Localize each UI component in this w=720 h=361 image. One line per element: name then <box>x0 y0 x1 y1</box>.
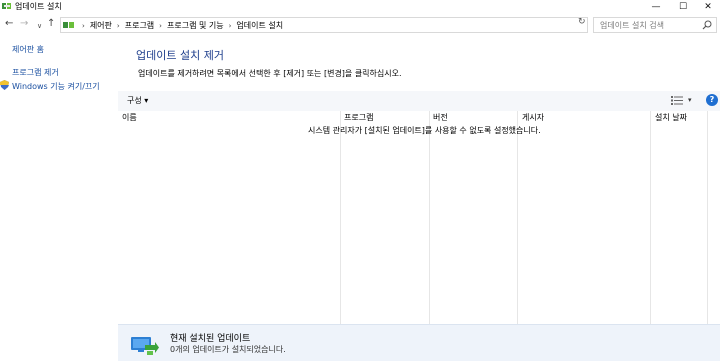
search-input[interactable]: 업데이트 설치 검색 <box>593 17 717 33</box>
column-header-program[interactable]: 프로그램 <box>344 112 373 123</box>
programs-icon <box>2 3 11 9</box>
search-icon[interactable] <box>702 20 712 30</box>
minimize-button[interactable]: — <box>642 0 670 14</box>
column-divider[interactable] <box>650 111 651 324</box>
recent-locations-button[interactable]: ∨ <box>37 20 42 32</box>
forward-button[interactable]: → <box>20 18 28 30</box>
column-divider[interactable] <box>429 111 430 324</box>
column-header-version[interactable]: 버전 <box>433 112 448 123</box>
details-count: 0개의 업데이트가 설치되었습니다. <box>170 345 286 354</box>
title-bar: 업데이트 설치 — ☐ ✕ <box>0 0 720 14</box>
window-title: 업데이트 설치 <box>15 2 62 11</box>
task-pane: 제어판 홈 프로그램 제거 Windows 기능 켜기/끄기 <box>0 36 118 361</box>
up-button[interactable]: ↑ <box>47 18 55 30</box>
details-pane: 현재 설치된 업데이트 0개의 업데이트가 설치되었습니다. <box>118 324 720 361</box>
back-button[interactable]: ← <box>5 18 13 30</box>
column-divider[interactable] <box>517 111 518 324</box>
command-bar: 구성 ▾ ▾ ? <box>118 91 720 111</box>
breadcrumb-separator[interactable]: › <box>159 22 162 30</box>
search-placeholder: 업데이트 설치 검색 <box>600 21 664 30</box>
installed-updates-icon <box>131 337 159 355</box>
close-button[interactable]: ✕ <box>696 0 720 14</box>
column-divider[interactable] <box>340 111 341 324</box>
column-header-install-date[interactable]: 설치 날짜 <box>655 112 687 123</box>
updates-list[interactable]: 이름 프로그램 버전 게시자 설치 날짜 시스템 관리자가 [설치된 업데이트]… <box>118 111 720 324</box>
shield-icon <box>0 80 9 90</box>
details-title: 현재 설치된 업데이트 <box>170 334 251 344</box>
breadcrumb-separator[interactable]: › <box>229 22 232 30</box>
uninstall-program-link[interactable]: 프로그램 제거 <box>12 67 59 78</box>
control-panel-icon <box>63 22 74 28</box>
page-title: 업데이트 설치 제거 <box>136 49 224 62</box>
empty-list-message: 시스템 관리자가 [설치된 업데이트]를 사용할 수 없도록 설정했습니다. <box>308 126 541 135</box>
column-divider[interactable] <box>707 111 708 324</box>
control-panel-home-link[interactable]: 제어판 홈 <box>12 44 44 55</box>
breadcrumb-separator: › <box>82 21 85 30</box>
breadcrumb-installed-updates[interactable]: 업데이트 설치 <box>236 20 283 31</box>
address-bar[interactable]: › 제어판 › 프로그램 › 프로그램 및 기능 › 업데이트 설치 ∨ <box>60 17 618 33</box>
refresh-button[interactable]: ↻ <box>578 17 586 27</box>
help-icon[interactable]: ? <box>706 94 718 106</box>
navigation-bar: ← → ∨ ↑ › 제어판 › 프로그램 › 프로그램 및 기능 › 업데이트 … <box>0 14 720 36</box>
breadcrumb-separator[interactable]: › <box>117 22 120 30</box>
windows-features-link[interactable]: Windows 기능 켜기/끄기 <box>12 81 100 92</box>
breadcrumb-programs[interactable]: 프로그램 <box>125 20 154 31</box>
view-options-dropdown[interactable]: ▾ <box>688 96 692 104</box>
column-header-publisher[interactable]: 게시자 <box>522 112 544 123</box>
column-header-name[interactable]: 이름 <box>122 112 137 123</box>
organize-button[interactable]: 구성 ▾ <box>127 95 148 106</box>
breadcrumb-control-panel[interactable]: 제어판 <box>90 20 112 31</box>
maximize-button[interactable]: ☐ <box>669 0 697 14</box>
breadcrumb-programs-features[interactable]: 프로그램 및 기능 <box>167 20 224 31</box>
page-description: 업데이트를 제거하려면 목록에서 선택한 후 [제거] 또는 [변경]을 클릭하… <box>138 69 402 78</box>
breadcrumb: › 제어판 › 프로그램 › 프로그램 및 기능 › 업데이트 설치 <box>77 20 283 31</box>
details-view-icon[interactable] <box>671 96 683 105</box>
